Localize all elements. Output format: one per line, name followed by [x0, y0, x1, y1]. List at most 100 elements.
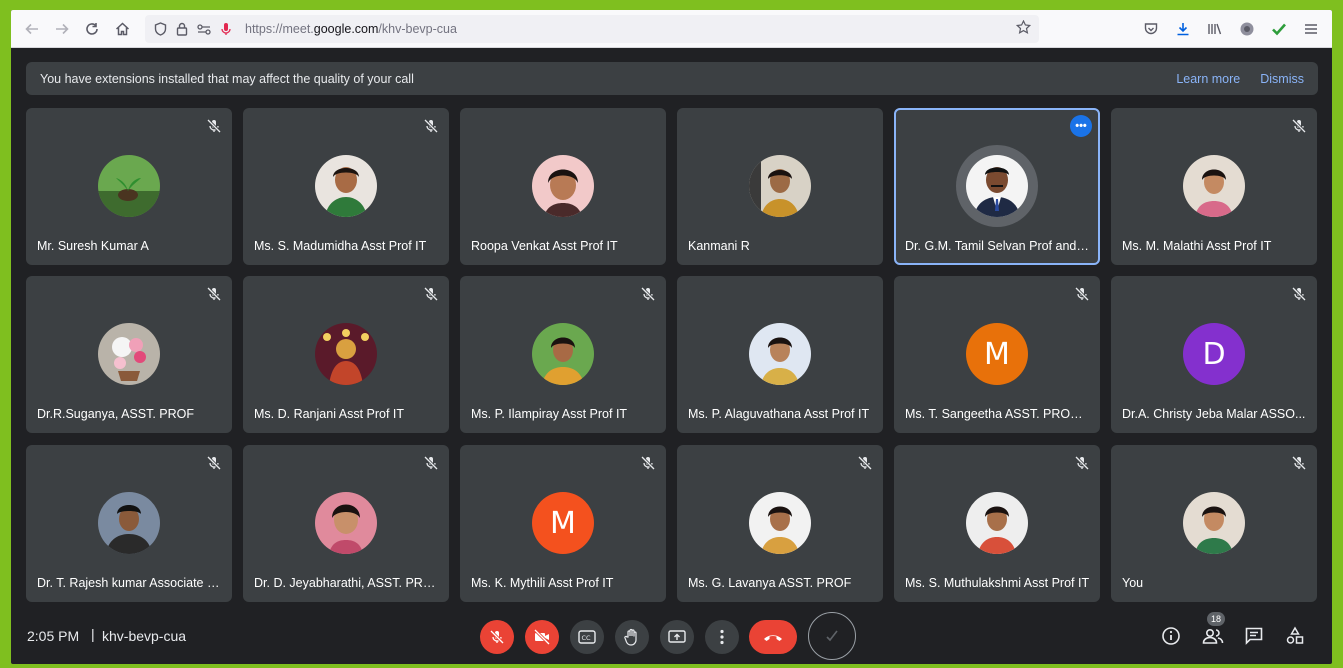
mic-off-icon: [206, 118, 222, 134]
camera-toggle-button[interactable]: [525, 620, 559, 654]
mic-off-icon: [423, 455, 439, 471]
participant-tile[interactable]: Ms. S. Madumidha Asst Prof IT: [243, 108, 449, 265]
mic-off-icon: [1291, 286, 1307, 302]
lock-icon[interactable]: [171, 22, 193, 36]
extension-globe-icon[interactable]: [1232, 14, 1262, 44]
leave-call-button[interactable]: [749, 620, 797, 654]
participant-name: Dr. D. Jeyabharathi, ASST. PROF: [254, 576, 439, 590]
participant-tile[interactable]: D Dr.A. Christy Jeba Malar ASSO...: [1111, 276, 1317, 433]
extension-warning-banner: You have extensions installed that may a…: [26, 62, 1318, 95]
chat-icon: [1245, 627, 1263, 645]
extension-check-icon[interactable]: [1264, 14, 1294, 44]
participant-tile-self[interactable]: You: [1111, 445, 1317, 602]
chat-button[interactable]: [1240, 622, 1268, 650]
avatar: [98, 323, 160, 385]
avatar: [1183, 492, 1245, 554]
meeting-time: 2:05 PM: [27, 628, 80, 644]
participant-tile[interactable]: M Ms. T. Sangeetha ASST. PROF IT: [894, 276, 1100, 433]
mic-off-icon: [423, 118, 439, 134]
avatar: [315, 323, 377, 385]
address-bar[interactable]: https://meet.google.com/khv-bevp-cua: [145, 15, 1039, 43]
menu-icon[interactable]: [1296, 14, 1326, 44]
mic-off-icon: [1074, 286, 1090, 302]
check-icon: [826, 630, 838, 642]
mic-off-icon: [206, 286, 222, 302]
participant-name: Kanmani R: [688, 239, 750, 253]
participant-name: Ms. S. Muthulakshmi Asst Prof IT: [905, 576, 1090, 590]
shield-icon[interactable]: [149, 22, 171, 36]
people-button[interactable]: [1199, 622, 1227, 650]
svg-text:CC: CC: [582, 634, 592, 642]
present-icon: [668, 630, 686, 643]
banner-message: You have extensions installed that may a…: [40, 71, 414, 86]
more-options-button[interactable]: •••: [1070, 115, 1092, 137]
mic-off-icon: [640, 455, 656, 471]
avatar-letter: D: [1183, 323, 1245, 385]
participant-tile-active-speaker[interactable]: ••• Dr. G.M. Tamil Selvan Prof and ...: [894, 108, 1100, 265]
reload-button[interactable]: [77, 14, 107, 44]
participant-name: Ms. P. Alaguvathana Asst Prof IT: [688, 407, 870, 421]
participant-tile[interactable]: Ms. S. Muthulakshmi Asst Prof IT: [894, 445, 1100, 602]
avatar: [315, 492, 377, 554]
participant-name: Ms. P. Ilampiray Asst Prof IT: [471, 407, 628, 421]
meeting-details-button[interactable]: [1157, 622, 1185, 650]
check-extension-button[interactable]: [808, 612, 856, 660]
avatar: [1183, 155, 1245, 217]
browser-toolbar: https://meet.google.com/khv-bevp-cua: [11, 10, 1332, 48]
mic-toggle-button[interactable]: [480, 620, 514, 654]
library-icon[interactable]: [1200, 14, 1230, 44]
avatar: [532, 155, 594, 217]
divider: |: [91, 626, 95, 642]
mic-off-icon: [857, 455, 873, 471]
participant-tile[interactable]: Mr. Suresh Kumar A: [26, 108, 232, 265]
participant-tile[interactable]: Ms. D. Ranjani Asst Prof IT: [243, 276, 449, 433]
participant-tile[interactable]: Ms. M. Malathi Asst Prof IT: [1111, 108, 1317, 265]
permissions-icon[interactable]: [193, 23, 215, 35]
mic-off-icon: [640, 286, 656, 302]
more-vertical-icon: [720, 629, 724, 645]
back-button[interactable]: [17, 14, 47, 44]
avatar: [98, 492, 160, 554]
mic-off-icon: [1291, 455, 1307, 471]
hang-up-icon: [764, 635, 782, 641]
people-count-badge: 18: [1207, 612, 1225, 626]
participant-tile[interactable]: M Ms. K. Mythili Asst Prof IT: [460, 445, 666, 602]
more-options-button[interactable]: [705, 620, 739, 654]
mic-off-icon: [1291, 118, 1307, 134]
download-icon[interactable]: [1168, 14, 1198, 44]
pocket-icon[interactable]: [1136, 14, 1166, 44]
participant-name: You: [1122, 576, 1144, 590]
participant-name: Ms. T. Sangeetha ASST. PROF IT: [905, 407, 1090, 421]
participant-tile[interactable]: Dr. D. Jeyabharathi, ASST. PROF: [243, 445, 449, 602]
people-icon: [1202, 628, 1224, 644]
dismiss-button[interactable]: Dismiss: [1260, 72, 1304, 86]
avatar: [966, 155, 1028, 217]
participant-tile[interactable]: Kanmani R: [677, 108, 883, 265]
participant-tile[interactable]: Ms. G. Lavanya ASST. PROF: [677, 445, 883, 602]
learn-more-link[interactable]: Learn more: [1176, 72, 1240, 86]
participant-name: Dr.R.Suganya, ASST. PROF: [37, 407, 195, 421]
toolbar-right-icons: [1136, 14, 1326, 44]
browser-window: https://meet.google.com/khv-bevp-cua You…: [11, 10, 1332, 664]
avatar-letter: M: [966, 323, 1028, 385]
info-icon: [1162, 627, 1180, 645]
home-button[interactable]: [107, 14, 137, 44]
forward-button[interactable]: [47, 14, 77, 44]
activities-button[interactable]: [1281, 622, 1309, 650]
participant-tile[interactable]: Dr.R.Suganya, ASST. PROF: [26, 276, 232, 433]
present-screen-button[interactable]: [660, 620, 694, 654]
participant-tile[interactable]: Dr. T. Rajesh kumar Associate P...: [26, 445, 232, 602]
bookmark-star-icon[interactable]: [1015, 19, 1032, 40]
participant-tile[interactable]: Ms. P. Alaguvathana Asst Prof IT: [677, 276, 883, 433]
mic-off-icon: [1074, 455, 1090, 471]
participant-name: Roopa Venkat Asst Prof IT: [471, 239, 618, 253]
participant-tile[interactable]: Ms. P. Ilampiray Asst Prof IT: [460, 276, 666, 433]
participant-name: Ms. D. Ranjani Asst Prof IT: [254, 407, 405, 421]
captions-button[interactable]: CC: [570, 620, 604, 654]
participant-name: Ms. S. Madumidha Asst Prof IT: [254, 239, 427, 253]
microphone-icon[interactable]: [215, 22, 237, 36]
raise-hand-button[interactable]: [615, 620, 649, 654]
participant-tile[interactable]: Roopa Venkat Asst Prof IT: [460, 108, 666, 265]
avatar: [532, 323, 594, 385]
captions-icon: CC: [578, 630, 596, 644]
